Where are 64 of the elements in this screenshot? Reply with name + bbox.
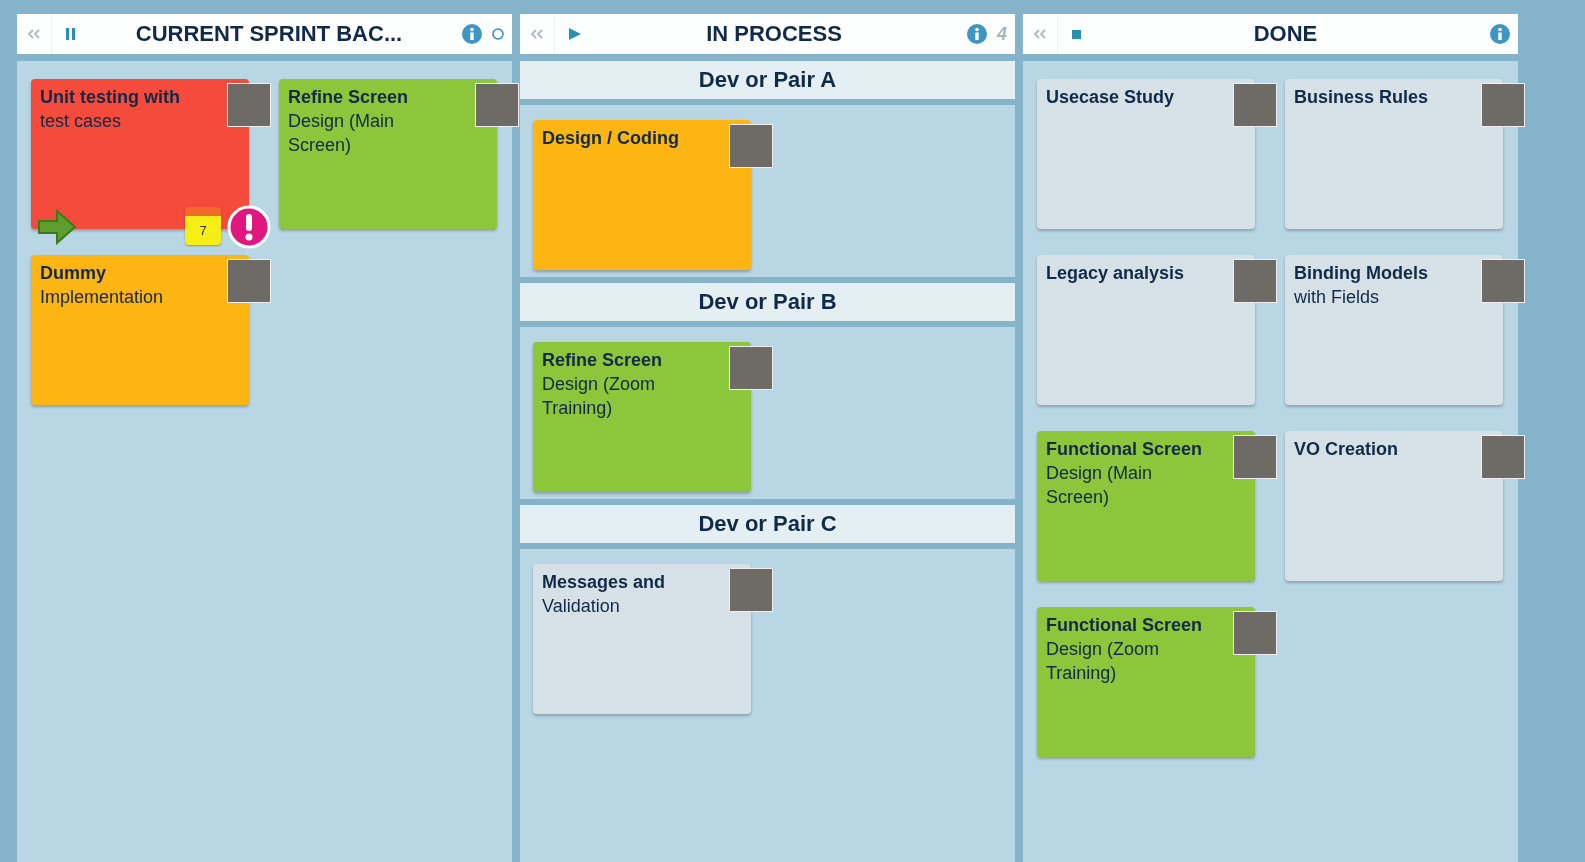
- task-card[interactable]: Binding Models with Fields: [1285, 255, 1503, 405]
- task-card[interactable]: Legacy analysis: [1037, 255, 1255, 405]
- calendar-icon: 7: [185, 207, 221, 245]
- avatar-placeholder: [1481, 259, 1525, 303]
- avatar-placeholder: [475, 83, 519, 127]
- avatar-placeholder: [1481, 83, 1525, 127]
- collapse-icon[interactable]: [28, 29, 40, 39]
- column-title: IN PROCESS: [705, 21, 843, 47]
- stop-icon[interactable]: [1072, 29, 1081, 39]
- task-card[interactable]: Usecase Study: [1037, 79, 1255, 229]
- task-card[interactable]: VO Creation: [1285, 431, 1503, 581]
- circle-icon: [492, 28, 504, 40]
- card-title: Refine Screen: [288, 86, 410, 109]
- avatar-placeholder: [1233, 611, 1277, 655]
- card-title: VO Creation: [1294, 438, 1400, 461]
- card-text: Validation: [542, 595, 621, 618]
- card-title: Messages and: [542, 571, 667, 594]
- task-card[interactable]: Design / Coding: [533, 120, 751, 270]
- avatar-placeholder: [729, 346, 773, 390]
- card-title: Design / Coding: [542, 127, 680, 150]
- card-title: Business Rules: [1294, 86, 1430, 109]
- info-icon[interactable]: [462, 24, 482, 44]
- task-card[interactable]: Refine Screen Design (Main Screen): [279, 79, 497, 229]
- card-text: Design (Main Screen): [288, 110, 396, 157]
- avatar-placeholder: [729, 124, 773, 168]
- task-card[interactable]: Business Rules: [1285, 79, 1503, 229]
- avatar-placeholder: [227, 83, 271, 127]
- avatar-placeholder: [1233, 259, 1277, 303]
- avatar-placeholder: [1233, 435, 1277, 479]
- column-title: DONE: [1252, 21, 1319, 47]
- play-icon[interactable]: [569, 28, 581, 40]
- avatar-placeholder: [227, 259, 271, 303]
- card-title: Binding Models: [1294, 262, 1429, 285]
- card-text: test cases: [40, 110, 123, 133]
- info-icon[interactable]: [1490, 24, 1510, 44]
- card-text: Implementation: [40, 286, 165, 309]
- lane-header: Dev or Pair C: [520, 505, 1015, 543]
- card-title: Usecase Study: [1046, 86, 1176, 109]
- task-card[interactable]: Refine Screen Design (Zoom Training): [533, 342, 751, 492]
- column-title: CURRENT SPRINT BAC...: [134, 21, 404, 47]
- card-count: 4: [997, 23, 1007, 45]
- info-icon[interactable]: [967, 24, 987, 44]
- card-title: Dummy: [40, 262, 107, 285]
- task-card[interactable]: Messages and Validation: [533, 564, 751, 714]
- card-text: Design (Zoom Training): [1046, 638, 1161, 685]
- card-title: Unit testing with: [40, 86, 181, 109]
- card-title: Legacy analysis: [1046, 262, 1186, 285]
- collapse-icon[interactable]: [1034, 29, 1046, 39]
- avatar-placeholder: [1481, 435, 1525, 479]
- avatar-placeholder: [1233, 83, 1277, 127]
- lane-header: Dev or Pair B: [520, 283, 1015, 321]
- card-title: Functional Screen: [1046, 614, 1203, 637]
- card-title: Functional Screen: [1046, 438, 1203, 461]
- pause-icon[interactable]: [66, 28, 76, 40]
- task-card[interactable]: Functional Screen Design (Main Screen): [1037, 431, 1255, 581]
- card-text: Design (Zoom Training): [542, 373, 657, 420]
- task-card[interactable]: Functional Screen Design (Zoom Training): [1037, 607, 1255, 757]
- card-title: Refine Screen: [542, 349, 664, 372]
- task-card[interactable]: Dummy Implementation: [31, 255, 249, 405]
- avatar-placeholder: [729, 568, 773, 612]
- collapse-icon[interactable]: [531, 29, 543, 39]
- card-text: with Fields: [1294, 286, 1381, 309]
- card-text: Design (Main Screen): [1046, 462, 1154, 509]
- lane-header: Dev or Pair A: [520, 61, 1015, 99]
